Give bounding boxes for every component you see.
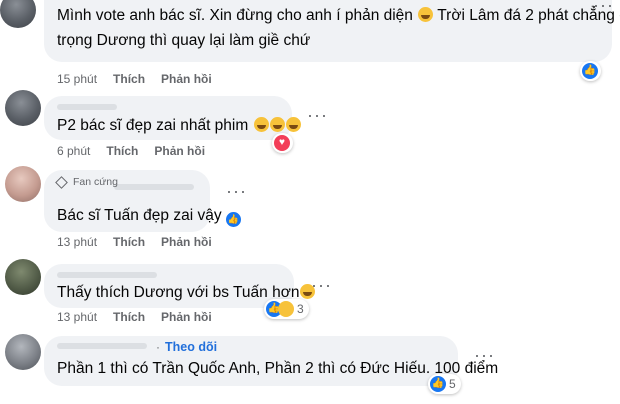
like-link[interactable]: Thích bbox=[113, 235, 145, 249]
avatar[interactable] bbox=[0, 0, 36, 28]
comment-time[interactable]: 6 phút bbox=[57, 144, 90, 158]
avatar[interactable] bbox=[5, 90, 41, 126]
comment-text: P2 bác sĩ đẹp zai nhất phim bbox=[57, 116, 301, 136]
reaction-count: 3 bbox=[297, 302, 304, 316]
reply-link[interactable]: Phản hồi bbox=[161, 72, 212, 86]
comment-time[interactable]: 15 phút bbox=[57, 72, 97, 86]
comment-time[interactable]: 13 phút bbox=[57, 235, 97, 249]
more-options-icon[interactable]: ··· bbox=[474, 345, 495, 366]
separator-dot: · bbox=[156, 340, 160, 354]
reaction-summary[interactable]: ♥ bbox=[272, 133, 293, 153]
comment-time[interactable]: 13 phút bbox=[57, 310, 97, 324]
like-link[interactable]: Thích bbox=[113, 72, 145, 86]
like-link[interactable]: Thích bbox=[113, 310, 145, 324]
comment-actions: 13 phút Thích Phản hồi bbox=[57, 310, 228, 324]
reaction-count: 5 bbox=[449, 377, 456, 391]
comment-actions: 13 phút Thích Phản hồi bbox=[57, 235, 228, 249]
reaction-summary[interactable]: 👍 3 bbox=[264, 299, 309, 319]
avatar[interactable] bbox=[5, 166, 41, 202]
more-options-icon[interactable]: ··· bbox=[226, 181, 247, 202]
diamond-icon bbox=[55, 175, 68, 189]
reply-link[interactable]: Phản hồi bbox=[154, 144, 205, 158]
reply-link[interactable]: Phản hồi bbox=[161, 310, 212, 324]
smile-emoji-icon bbox=[285, 117, 301, 132]
comment-text: Mình vote anh bác sĩ. Xin đừng cho anh í… bbox=[57, 7, 620, 24]
haha-icon bbox=[278, 301, 294, 317]
rolling-laughing-emoji-icon bbox=[418, 7, 434, 22]
reaction-summary[interactable]: 👍 bbox=[580, 61, 601, 81]
like-emoji-icon: 👍 bbox=[225, 212, 241, 227]
more-options-icon[interactable]: ··· bbox=[307, 105, 328, 126]
smile-emoji-icon bbox=[269, 117, 285, 132]
reaction-summary[interactable]: 👍 5 bbox=[428, 374, 461, 394]
more-options-icon[interactable]: ··· bbox=[593, 0, 614, 16]
avatar[interactable] bbox=[5, 259, 41, 295]
like-icon: 👍 bbox=[430, 376, 446, 392]
avatar[interactable] bbox=[5, 334, 41, 370]
love-icon: ♥ bbox=[274, 135, 290, 151]
smile-emoji-icon bbox=[253, 117, 269, 132]
fan-badge: Fan cứng bbox=[55, 175, 118, 189]
comment-actions: 15 phút Thích Phản hồi bbox=[57, 72, 228, 86]
comment-text: trọng Dương thì quay lại làm giề chứ bbox=[57, 32, 311, 49]
comment-text: Bác sĩ Tuấn đẹp zai vậy 👍 bbox=[57, 206, 241, 227]
comment-actions: 6 phút Thích Phản hồi bbox=[57, 144, 221, 158]
reply-link[interactable]: Phản hồi bbox=[161, 235, 212, 249]
more-options-icon[interactable]: ··· bbox=[311, 275, 332, 296]
follow-link[interactable]: Theo dõi bbox=[165, 340, 217, 354]
like-icon: 👍 bbox=[582, 63, 598, 79]
like-link[interactable]: Thích bbox=[106, 144, 138, 158]
